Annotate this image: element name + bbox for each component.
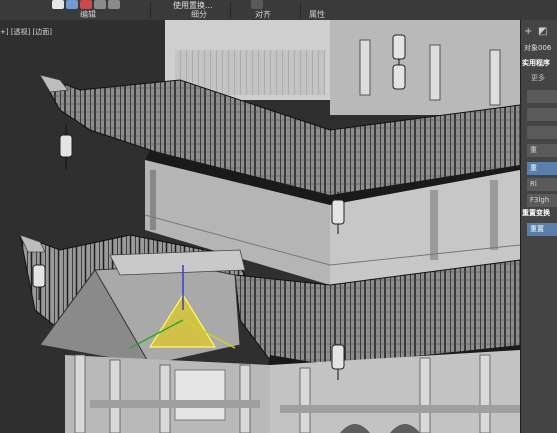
panel-door xyxy=(174,369,226,421)
ribbon-group-align: 对齐 xyxy=(231,0,299,20)
ribbon-group-label: 属性 xyxy=(309,10,325,19)
column xyxy=(150,170,156,230)
column xyxy=(299,367,311,433)
column xyxy=(489,49,501,106)
ribbon-group-label: 细分 xyxy=(191,10,207,19)
object-name-field[interactable]: 对象006 xyxy=(524,43,551,53)
column xyxy=(490,180,498,250)
lantern xyxy=(331,344,345,370)
ribbon-group-label: 编辑 xyxy=(80,10,96,19)
column xyxy=(74,354,86,433)
utility-button[interactable]: F3lgh xyxy=(527,194,557,207)
modify-tab-icon[interactable]: ◩ xyxy=(538,26,547,37)
utility-button[interactable] xyxy=(527,90,557,103)
lantern xyxy=(392,34,406,60)
column xyxy=(430,190,438,260)
command-panel-tabs: + ◩ xyxy=(521,26,557,38)
column xyxy=(429,44,441,101)
viewport-label[interactable]: +] [透视] [边面] xyxy=(0,27,52,37)
more-button[interactable]: 更多 xyxy=(531,73,545,83)
utility-button[interactable] xyxy=(527,126,557,139)
balustrade xyxy=(90,400,260,408)
column xyxy=(239,364,251,433)
rollout-title[interactable]: 实用程序 xyxy=(522,58,550,68)
select-button[interactable] xyxy=(66,0,78,9)
delete-button[interactable] xyxy=(80,0,92,9)
reset-button[interactable]: 重置 xyxy=(527,223,557,236)
move-button[interactable] xyxy=(52,0,64,9)
ribbon-group-properties: 属性 xyxy=(301,0,341,20)
scene-render xyxy=(0,20,520,433)
rotate-button[interactable] xyxy=(108,0,120,9)
column xyxy=(479,354,491,433)
utility-button[interactable]: Rl xyxy=(527,178,557,191)
rollout-title-reset[interactable]: 重置变换 xyxy=(522,208,550,218)
column xyxy=(359,39,371,96)
lantern xyxy=(392,64,406,90)
command-panel: + ◩ 对象006 实用程序 更多 重 重 Rl F3lgh 重置变换 重置 xyxy=(520,20,557,433)
ribbon-group-label: 对齐 xyxy=(255,10,271,19)
balustrade xyxy=(280,405,520,413)
utility-button-active[interactable]: 重 xyxy=(527,162,557,175)
create-tab-icon[interactable]: + xyxy=(524,26,532,37)
utility-button[interactable]: 重 xyxy=(527,144,557,157)
column xyxy=(109,359,121,433)
ribbon-toolbar: 编辑 使用置换... 细分 对齐 属性 xyxy=(0,0,557,21)
column xyxy=(159,364,171,433)
align-button[interactable] xyxy=(251,0,263,9)
lantern xyxy=(59,134,73,158)
ribbon-group-subdivide: 使用置换... 细分 xyxy=(151,0,229,20)
column xyxy=(419,357,431,433)
lantern xyxy=(32,264,46,288)
perspective-viewport[interactable]: +] [透视] [边面] xyxy=(0,20,520,433)
ribbon-group-edit: 编辑 xyxy=(0,0,150,20)
lantern xyxy=(331,199,345,225)
scale-button[interactable] xyxy=(94,0,106,9)
utility-button[interactable] xyxy=(527,108,557,121)
